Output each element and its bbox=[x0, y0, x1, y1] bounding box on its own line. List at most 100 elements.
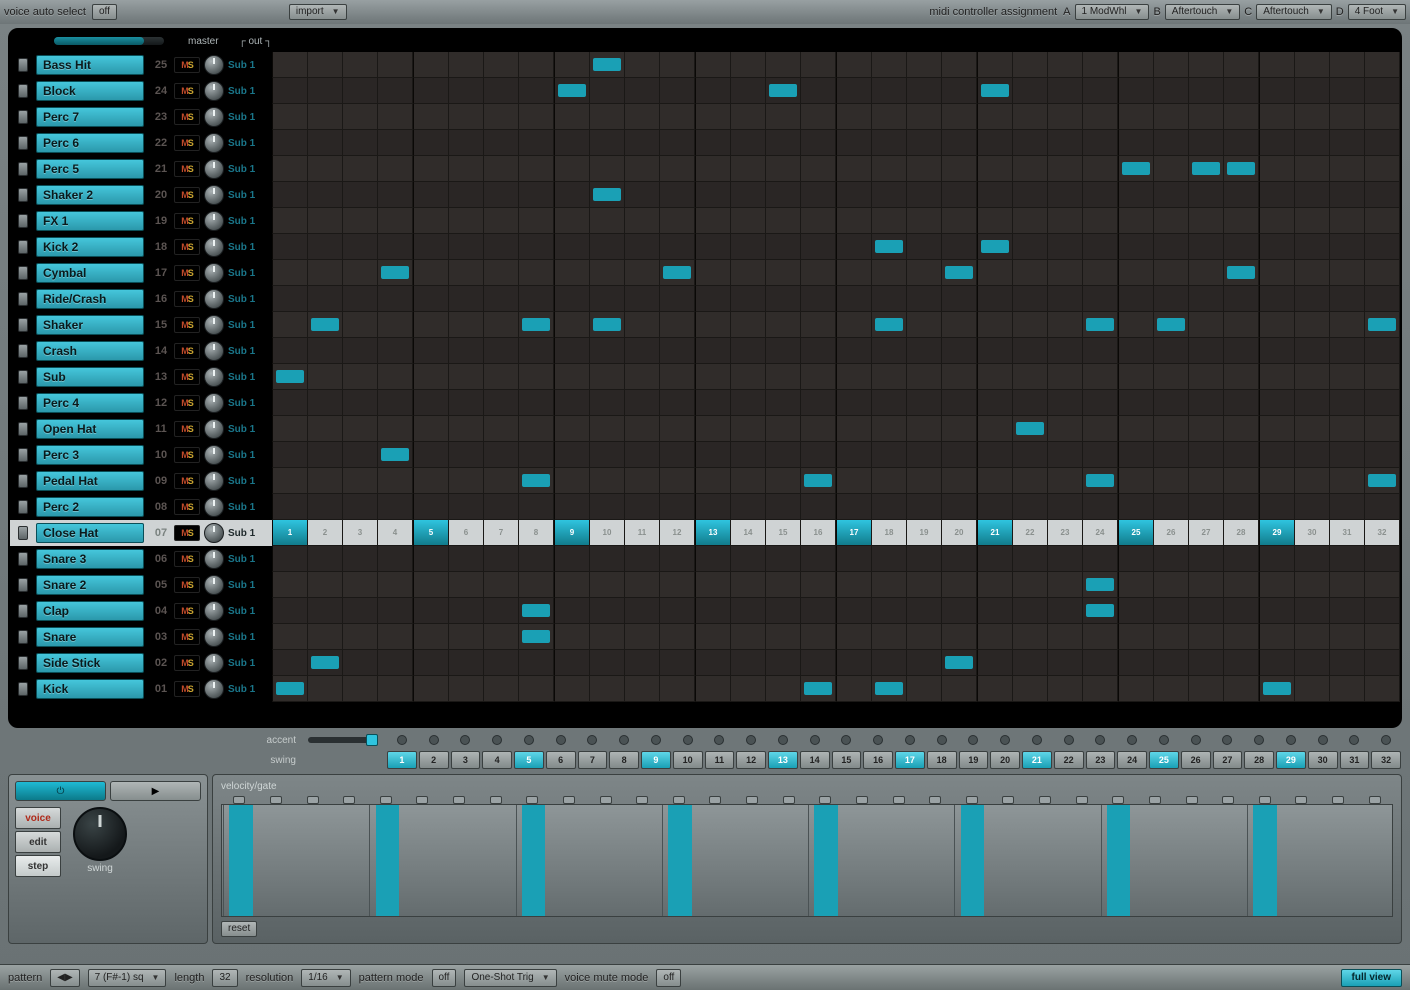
step-cell[interactable] bbox=[378, 546, 413, 572]
step-cell[interactable] bbox=[1365, 598, 1400, 624]
step-cell[interactable] bbox=[1224, 260, 1259, 286]
velocity-bar[interactable] bbox=[553, 805, 587, 916]
step-cell[interactable] bbox=[378, 364, 413, 390]
step-cell[interactable] bbox=[1083, 286, 1118, 312]
step-cell[interactable] bbox=[1118, 598, 1154, 624]
step-cell[interactable] bbox=[1083, 468, 1118, 494]
step-cell[interactable] bbox=[1083, 312, 1118, 338]
step-cell[interactable] bbox=[625, 494, 660, 520]
accent-dot[interactable] bbox=[1116, 735, 1148, 745]
accent-dot[interactable] bbox=[926, 735, 958, 745]
velocity-handle[interactable] bbox=[807, 796, 844, 804]
step-cell[interactable]: 26 bbox=[1154, 520, 1189, 546]
step-cell[interactable] bbox=[942, 546, 977, 572]
step-cell[interactable] bbox=[660, 260, 695, 286]
step-cell[interactable] bbox=[872, 182, 907, 208]
step-cell[interactable] bbox=[1330, 676, 1365, 702]
step-cell[interactable] bbox=[942, 104, 977, 130]
track-output-label[interactable]: Sub 1 bbox=[228, 684, 272, 695]
step-cell[interactable] bbox=[836, 338, 872, 364]
step-cell[interactable] bbox=[308, 104, 343, 130]
step-cell[interactable] bbox=[1154, 156, 1189, 182]
step-cell[interactable] bbox=[942, 494, 977, 520]
step-cell[interactable] bbox=[1154, 182, 1189, 208]
track-level-knob[interactable] bbox=[204, 549, 224, 569]
step-cell[interactable] bbox=[872, 312, 907, 338]
step-cell[interactable] bbox=[801, 182, 836, 208]
accent-dot[interactable] bbox=[672, 735, 704, 745]
step-cell[interactable] bbox=[378, 494, 413, 520]
velocity-handle[interactable] bbox=[770, 796, 807, 804]
step-cell[interactable] bbox=[907, 260, 942, 286]
step-cell[interactable] bbox=[484, 338, 519, 364]
mute-solo-toggle[interactable]: MS bbox=[174, 291, 200, 307]
step-cell[interactable] bbox=[1224, 104, 1259, 130]
step-cell[interactable] bbox=[625, 442, 660, 468]
step-cell[interactable] bbox=[1295, 130, 1330, 156]
step-cell[interactable] bbox=[590, 130, 625, 156]
swing-step[interactable]: 18 bbox=[927, 751, 957, 769]
step-cell[interactable] bbox=[484, 598, 519, 624]
velocity-handle[interactable] bbox=[734, 796, 771, 804]
step-cell[interactable] bbox=[519, 572, 554, 598]
step-cell[interactable] bbox=[977, 650, 1013, 676]
step-cell[interactable] bbox=[272, 468, 308, 494]
step-cell[interactable] bbox=[1154, 468, 1189, 494]
step-cell[interactable] bbox=[872, 234, 907, 260]
step-cell[interactable] bbox=[872, 442, 907, 468]
step-cell[interactable] bbox=[378, 52, 413, 78]
step-cell[interactable] bbox=[1048, 52, 1083, 78]
velocity-bar[interactable] bbox=[625, 805, 659, 916]
step-cell[interactable] bbox=[449, 312, 484, 338]
step-cell[interactable] bbox=[1224, 78, 1259, 104]
velocity-handle[interactable] bbox=[441, 796, 478, 804]
step-cell[interactable] bbox=[1224, 130, 1259, 156]
step-cell[interactable] bbox=[977, 78, 1013, 104]
step-cell[interactable] bbox=[872, 650, 907, 676]
pattern-prev-button[interactable]: ◀▶ bbox=[50, 969, 79, 987]
step-cell[interactable] bbox=[836, 182, 872, 208]
step-cell[interactable] bbox=[766, 208, 801, 234]
step-cell[interactable] bbox=[942, 260, 977, 286]
swing-knob[interactable] bbox=[73, 807, 127, 861]
step-cell[interactable] bbox=[1048, 182, 1083, 208]
step-cell[interactable]: 9 bbox=[554, 520, 590, 546]
step-cell[interactable] bbox=[801, 156, 836, 182]
step-cell[interactable] bbox=[1083, 182, 1118, 208]
track-level-knob[interactable] bbox=[204, 315, 224, 335]
step-cell[interactable] bbox=[413, 312, 449, 338]
velocity-bar[interactable] bbox=[992, 805, 1026, 916]
step-cell[interactable] bbox=[272, 572, 308, 598]
step-cell[interactable] bbox=[660, 676, 695, 702]
track-name-label[interactable]: Perc 5 bbox=[36, 159, 144, 179]
step-cell[interactable] bbox=[1083, 416, 1118, 442]
step-cell[interactable] bbox=[1224, 416, 1259, 442]
edit-mode-button[interactable]: edit bbox=[15, 831, 61, 853]
step-cell[interactable] bbox=[977, 468, 1013, 494]
accent-dot[interactable] bbox=[418, 735, 450, 745]
step-cell[interactable] bbox=[977, 494, 1013, 520]
track-handle[interactable] bbox=[10, 260, 36, 286]
step-cell[interactable] bbox=[801, 572, 836, 598]
step-cell[interactable] bbox=[343, 286, 378, 312]
accent-dot[interactable] bbox=[1275, 735, 1307, 745]
step-cell[interactable]: 31 bbox=[1330, 520, 1365, 546]
step-cell[interactable] bbox=[801, 494, 836, 520]
step-cell[interactable] bbox=[695, 624, 731, 650]
step-cell[interactable] bbox=[660, 208, 695, 234]
swing-step[interactable]: 30 bbox=[1308, 751, 1338, 769]
step-cell[interactable] bbox=[801, 598, 836, 624]
track-level-knob[interactable] bbox=[204, 341, 224, 361]
step-cell[interactable] bbox=[1224, 572, 1259, 598]
step-cell[interactable] bbox=[519, 598, 554, 624]
mute-solo-toggle[interactable]: MS bbox=[174, 681, 200, 697]
step-cell[interactable] bbox=[343, 416, 378, 442]
step-cell[interactable] bbox=[1365, 572, 1400, 598]
step-cell[interactable] bbox=[1048, 442, 1083, 468]
step-cell[interactable] bbox=[308, 650, 343, 676]
track-handle[interactable] bbox=[10, 676, 36, 702]
step-cell[interactable] bbox=[1048, 676, 1083, 702]
step-cell[interactable] bbox=[590, 182, 625, 208]
swing-step[interactable]: 7 bbox=[578, 751, 608, 769]
step-cell[interactable] bbox=[766, 468, 801, 494]
